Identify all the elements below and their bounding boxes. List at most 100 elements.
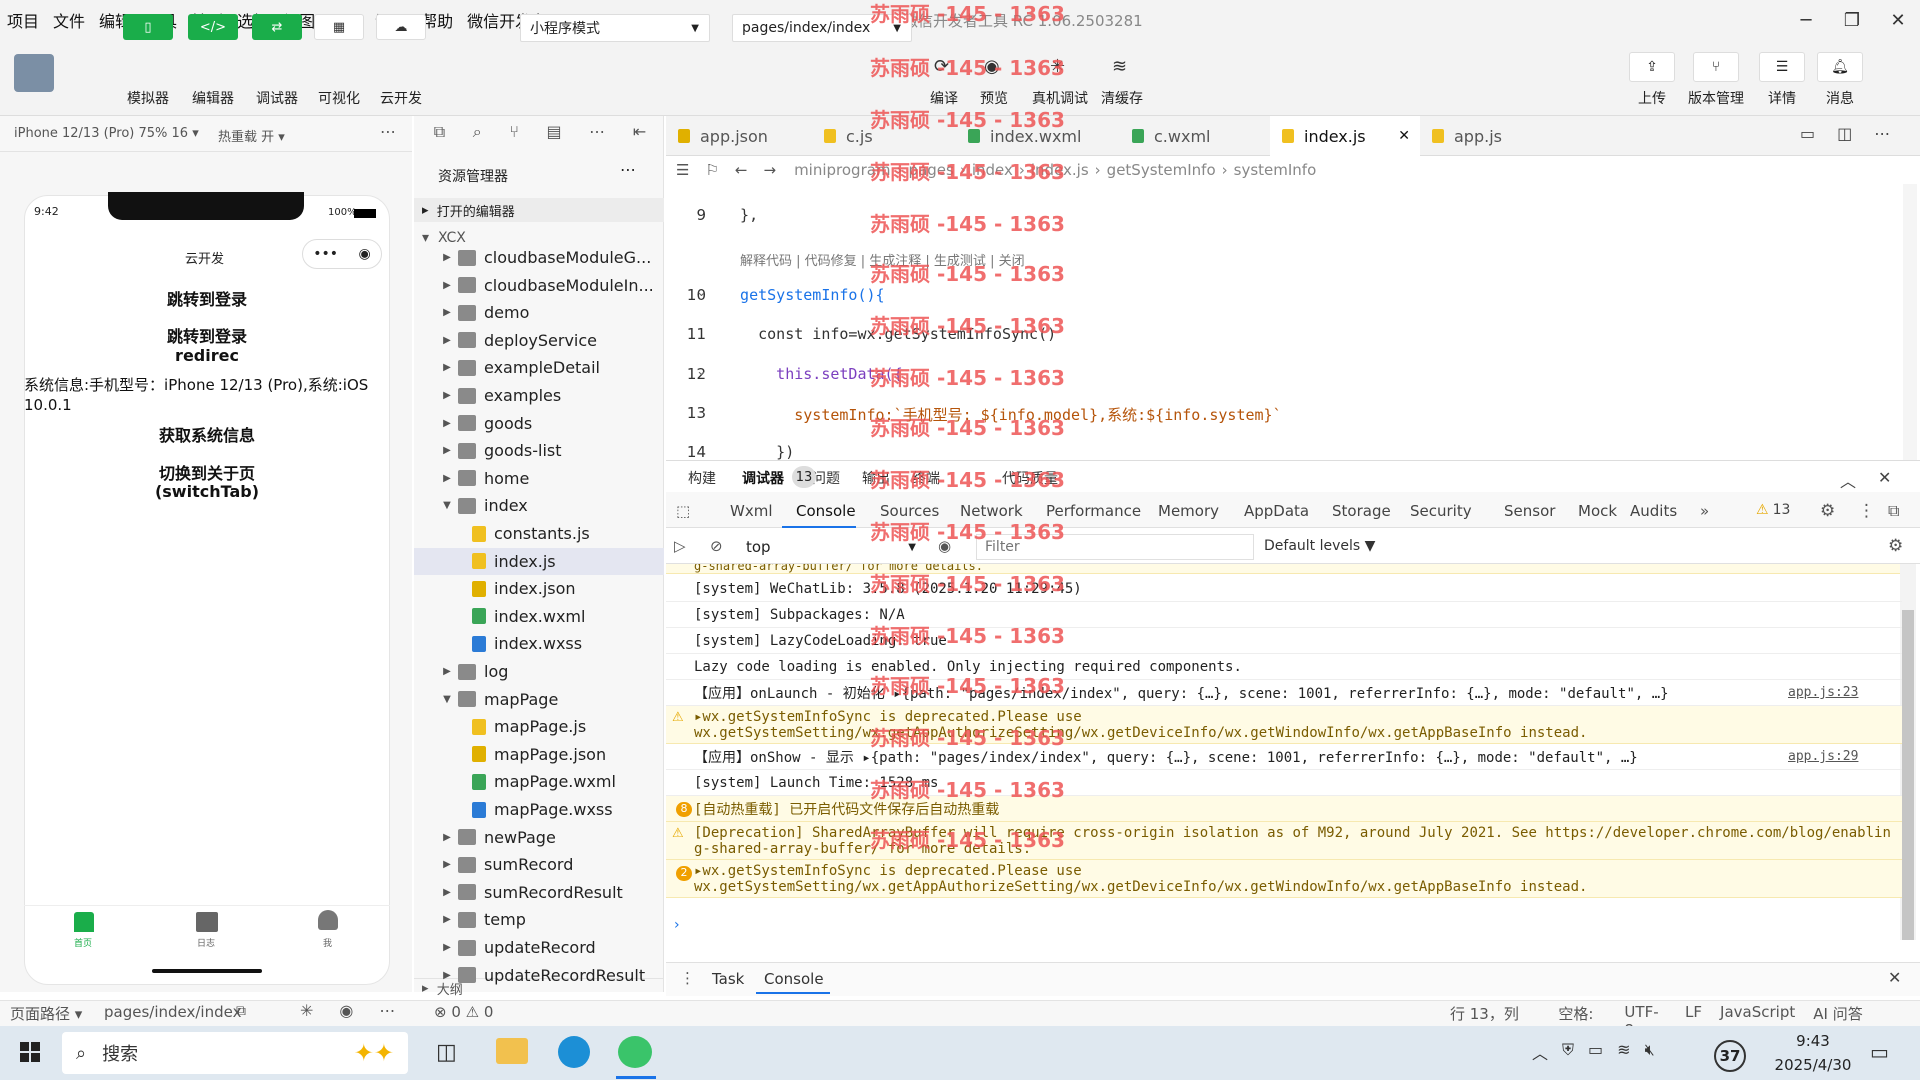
devtools-tab-sensor[interactable]: Sensor (1504, 502, 1555, 520)
tree-row-mappage[interactable]: ▼ mapPage (414, 686, 664, 713)
home-tab-label[interactable]: 首页 (74, 936, 92, 949)
me-tab-icon[interactable] (318, 910, 338, 930)
mute-icon[interactable]: 🔇︎ (1645, 1040, 1655, 1064)
version-button[interactable]: ⑂ (1693, 52, 1739, 82)
extensions-icon[interactable]: ▤ (546, 122, 561, 146)
more-icon[interactable]: ⋯ (380, 122, 396, 141)
devtools-tab-console[interactable]: Console (796, 502, 856, 520)
menu-item-1[interactable]: 文件 (46, 8, 92, 32)
log-source-link[interactable]: app.js:23 (1788, 685, 1858, 700)
console-scroll-thumb[interactable] (1902, 610, 1914, 940)
avatar[interactable] (14, 54, 54, 92)
version-label[interactable]: 版本管理 (1684, 88, 1748, 108)
more-icon[interactable]: ⋯ (1874, 124, 1890, 143)
login-link-2[interactable]: 跳转到登录 (24, 323, 390, 347)
taskbar-search[interactable]: ⌕ 搜索 ✦✦ (62, 1032, 408, 1074)
toolbar-editor-button[interactable]: </> (188, 14, 238, 40)
log-source-link[interactable]: app.js:29 (1788, 749, 1858, 764)
tree-row-index[interactable]: ▼ index (414, 492, 664, 519)
battery-tray-icon[interactable]: ▭ (1588, 1040, 1603, 1064)
tree-row-mappage-json[interactable]: mapPage.json (414, 741, 664, 768)
panel-collapse-icon[interactable]: ︿ (1840, 468, 1856, 492)
chevron-up-icon[interactable]: ︿ (1532, 1040, 1548, 1064)
bookmark-icon[interactable]: ⚐ (705, 161, 718, 179)
tree-row-deployservice[interactable]: ▶ deployService (414, 327, 664, 354)
tree-row-index-js[interactable]: index.js (414, 547, 664, 575)
tree-arrow-icon[interactable]: ▶ (440, 252, 454, 263)
editor-tab-index-js[interactable]: index.js ✕ (1270, 116, 1420, 156)
drawer-tab-task[interactable]: Task (712, 970, 744, 988)
toolbar-visual-button[interactable]: ▦ (314, 14, 364, 40)
files-icon[interactable]: ⧉ (434, 122, 445, 146)
tree-row-constants-js[interactable]: constants.js (414, 520, 664, 547)
file-explorer-icon[interactable] (496, 1038, 528, 1064)
panel-tab-1[interactable]: 调试器 (742, 468, 784, 488)
inspect-icon[interactable]: ⬚ (676, 502, 690, 520)
start-icon[interactable] (20, 1042, 40, 1062)
panel-tab-2[interactable]: 问题 (812, 468, 840, 488)
devtools-tab-wxml[interactable]: Wxml (730, 502, 773, 520)
tree-row-updaterecord[interactable]: ▶ updateRecord (414, 934, 664, 961)
tree-row-index-wxml[interactable]: index.wxml (414, 603, 664, 630)
settings-icon[interactable]: ⚙ (1820, 501, 1835, 521)
git-icon[interactable]: ⑂ (509, 122, 519, 146)
redirec-label[interactable]: redirec (24, 346, 390, 365)
open-editors-section[interactable]: ▸ 打开的编辑器 (414, 198, 664, 222)
breadcrumb-item[interactable]: getSystemInfo (1107, 161, 1216, 179)
tree-arrow-icon[interactable]: ▶ (440, 307, 454, 318)
search-icon[interactable]: ⌕ (473, 122, 482, 146)
tree-row-newpage[interactable]: ▶ newPage (414, 824, 664, 851)
switch-tab-label[interactable]: (switchTab) (24, 482, 390, 501)
fold-icon[interactable]: ⌄ (696, 285, 707, 300)
split-icon[interactable]: ◫ (1837, 124, 1852, 143)
problems-counter[interactable]: ⊗ 0 ⚠ 0 (434, 1003, 493, 1021)
get-sysinfo-button[interactable]: 获取系统信息 (24, 422, 390, 446)
tree-arrow-icon[interactable]: ▶ (440, 666, 454, 677)
tree-arrow-icon[interactable]: ▶ (440, 362, 454, 373)
tree-row-index-wxss[interactable]: index.wxss (414, 630, 664, 657)
wechat-devtools-icon[interactable] (618, 1036, 652, 1068)
tree-row-mappage-wxml[interactable]: mapPage.wxml (414, 768, 664, 795)
tab-close-icon[interactable]: ✕ (1398, 128, 1410, 144)
devtools-tab-mock[interactable]: Mock (1578, 502, 1617, 520)
toolbar-debugger-button[interactable]: ⇄ (252, 14, 302, 40)
tree-row-temp[interactable]: ▶ temp (414, 906, 664, 933)
tree-arrow-icon[interactable]: ▶ (440, 335, 454, 346)
hotreload-toggle[interactable]: 热重载 开 ▾ (218, 126, 285, 145)
mode-select[interactable]: 小程序模式 ▼ (520, 14, 710, 42)
upload-button[interactable]: ⇪ (1629, 52, 1675, 82)
panel-tab-0[interactable]: 构建 (688, 468, 716, 488)
code-line[interactable]: }) (722, 443, 794, 461)
home-tab-icon[interactable] (74, 912, 94, 932)
close-button[interactable]: ✕ (1878, 6, 1918, 34)
levels-select[interactable]: Default levels ▼ (1264, 538, 1375, 554)
task-view-icon[interactable]: ◫ (436, 1040, 457, 1065)
tree-row-examples[interactable]: ▶ examples (414, 382, 664, 409)
menu-item-0[interactable]: 项目 (0, 8, 46, 32)
collapse-icon[interactable]: ⇤ (633, 122, 646, 146)
tree-arrow-icon[interactable]: ▶ (440, 473, 454, 484)
devtools-tab-memory[interactable]: Memory (1158, 502, 1219, 520)
devtools-tab-security[interactable]: Security (1410, 502, 1472, 520)
tree-row-updaterecordresult[interactable]: ▶ updateRecordResult (414, 962, 664, 989)
tree-row-log[interactable]: ▶ log (414, 658, 664, 685)
clear-cache-icon[interactable]: ≋ (1112, 56, 1127, 77)
switch-about-button[interactable]: 切换到关于页 (24, 460, 390, 484)
device-select[interactable]: iPhone 12/13 (Pro) 75% 16 ▾ (14, 126, 199, 141)
me-tab-label[interactable]: 我 (323, 936, 332, 949)
tree-row-mappage-wxss[interactable]: mapPage.wxss (414, 796, 664, 823)
tree-arrow-icon[interactable]: ▶ (440, 970, 454, 981)
code-line[interactable]: }, (722, 206, 758, 224)
breadcrumb-item[interactable]: systemInfo (1234, 161, 1317, 179)
message-button[interactable]: 🔔︎ (1817, 52, 1863, 82)
editor-tab-app-js[interactable]: app.js (1420, 116, 1566, 156)
tree-row-demo[interactable]: ▶ demo (414, 299, 664, 326)
tree-row-home[interactable]: ▶ home (414, 465, 664, 492)
sidebar-toggle-icon[interactable]: ▷ (674, 537, 686, 555)
devtools-tab-storage[interactable]: Storage (1332, 502, 1391, 520)
maximize-button[interactable]: ❐ (1832, 6, 1872, 34)
capsule-close-icon[interactable]: ◉ (359, 246, 371, 262)
back-icon[interactable]: ← (735, 161, 748, 179)
editor-tab-app-json[interactable]: app.json (666, 116, 812, 156)
tree-row-cloudbasemodulein---[interactable]: ▶ cloudbaseModuleIn... (414, 272, 664, 299)
